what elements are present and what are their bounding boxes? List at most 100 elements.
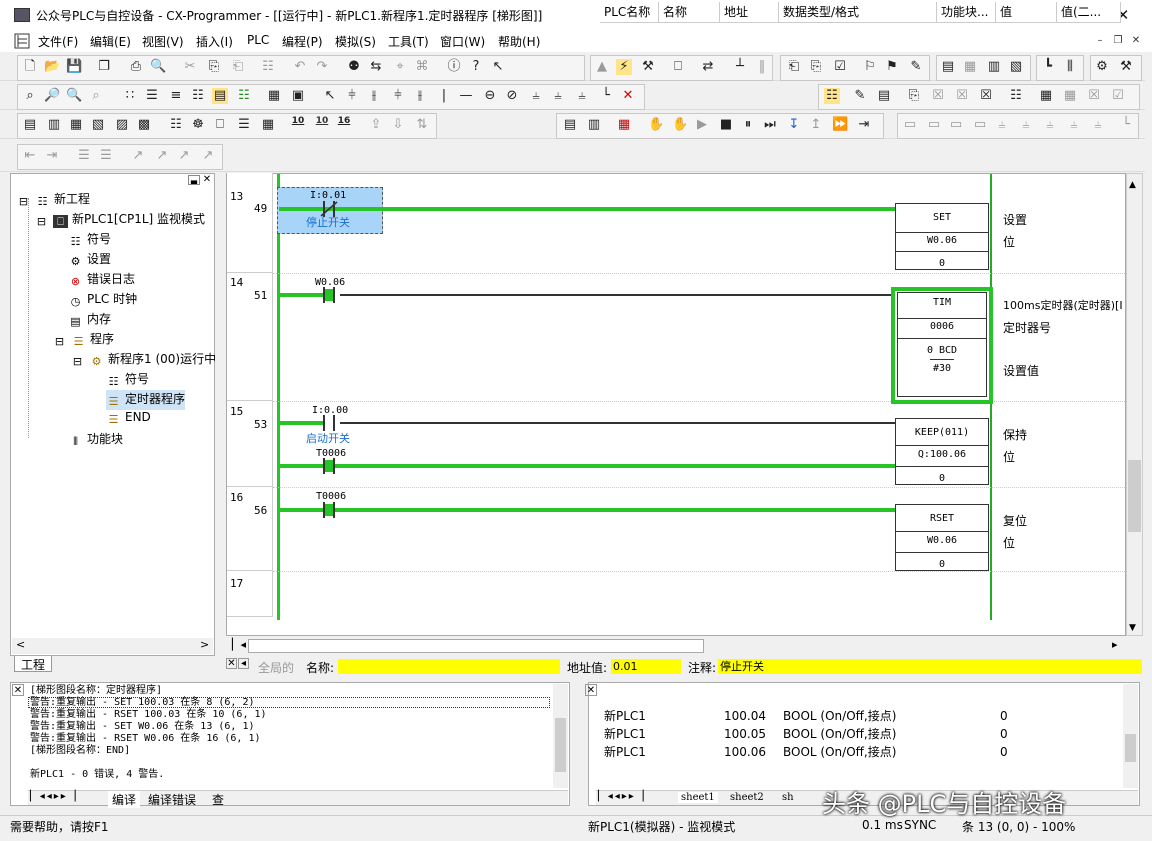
sfc-icon[interactable]: ▦ xyxy=(266,88,282,104)
sim-start-icon[interactable]: ⚙ xyxy=(1094,59,1110,75)
outdent-icon[interactable]: ⇥ xyxy=(44,148,60,164)
mdi-close-button[interactable]: ✕ xyxy=(1128,34,1144,48)
tree-node-plc-clock[interactable]: ◷ PLC 时钟 xyxy=(68,290,137,310)
mdi-minimize-button[interactable]: – xyxy=(1092,34,1108,48)
scroll-right-icon[interactable]: ▸ xyxy=(1112,638,1118,651)
hex-16-icon[interactable]: 16 xyxy=(336,117,352,133)
bit-test-icon[interactable]: ⫨ xyxy=(550,88,566,104)
check-icon[interactable]: ☑ xyxy=(832,59,848,75)
disabled-tool-6-icon[interactable]: ⫨ xyxy=(1018,117,1034,133)
col-address[interactable]: 地址 xyxy=(720,2,779,22)
power-flow-icon[interactable]: ☷ xyxy=(236,88,252,104)
pause-icon[interactable]: ⏸ xyxy=(740,117,756,133)
context-help-icon[interactable]: ↖ xyxy=(490,59,506,75)
zoom-fit-icon[interactable]: ⌕ xyxy=(88,88,104,104)
tree-node-error-log[interactable]: ⊗ 错误日志 xyxy=(68,270,135,290)
coil-nc-icon[interactable]: ⊘ xyxy=(504,88,520,104)
bit-test-nc-icon[interactable]: ⫨ xyxy=(574,88,590,104)
cell-data-type[interactable]: BOOL (On/Off,接点) xyxy=(779,743,896,761)
output-line[interactable]: 警告:重复输出 - RSET 100.03 在条 10 (6, 1) xyxy=(30,709,267,721)
redo-icon[interactable]: ↷ xyxy=(314,59,330,75)
watch-icon[interactable]: ⚐ xyxy=(862,59,878,75)
online-sim-icon[interactable]: ⚒ xyxy=(640,59,656,75)
comment-icon[interactable]: ☰ xyxy=(144,88,160,104)
horizontal-line-icon[interactable]: — xyxy=(458,88,474,104)
view-st-icon[interactable]: ▦ xyxy=(68,117,84,133)
no-contact-symbol[interactable] xyxy=(318,501,340,519)
open-folder-icon[interactable]: 📂 xyxy=(44,59,60,75)
list2-icon[interactable]: ☰ xyxy=(98,148,114,164)
contact-or-icon[interactable]: ⫩ xyxy=(390,88,406,104)
disabled-tool-8-icon[interactable]: ⫨ xyxy=(1066,117,1082,133)
paste-icon[interactable]: ⎗ xyxy=(230,59,246,75)
cell-value[interactable]: 0 xyxy=(996,707,1008,725)
monitor-icon[interactable]: ▤ xyxy=(212,88,228,104)
tab-find[interactable]: 查 xyxy=(212,791,224,808)
contact-nc-icon[interactable]: ⫲ xyxy=(366,88,382,104)
tree-node-project[interactable]: ⊟ ☷ 新工程 xyxy=(16,190,90,210)
tab-nav-icon[interactable]: ▏◂◂▸▸▕ xyxy=(598,791,645,802)
contact-or-nc-icon[interactable]: ⫲ xyxy=(412,88,428,104)
memory-icon[interactable]: ☷ xyxy=(1008,88,1024,104)
menu-simulate[interactable]: 模拟(S) xyxy=(335,33,376,50)
output-line[interactable]: 警告:重复输出 - SET 100.03 在条 8 (6, 2) xyxy=(30,697,255,709)
set-value-icon[interactable]: ✎ xyxy=(908,59,924,75)
signed-10-icon[interactable]: 10 xyxy=(314,117,330,133)
tool-a-icon[interactable]: ↗ xyxy=(130,148,146,164)
compile-icon[interactable]: ⎘ xyxy=(808,59,824,75)
upload-icon[interactable]: ⇪ xyxy=(368,117,384,133)
clipboard-icon[interactable]: ☷ xyxy=(260,59,276,75)
copy-icon[interactable]: ⎘ xyxy=(206,59,222,75)
col-value-binary[interactable]: 值(二... xyxy=(1057,2,1121,22)
col-function-block[interactable]: 功能块... xyxy=(937,2,996,22)
io-table-icon[interactable]: ┗ xyxy=(1040,59,1056,75)
cell-value[interactable]: 0 xyxy=(996,725,1008,743)
sim-settings-icon[interactable]: ▥ xyxy=(586,117,602,133)
trace-icon[interactable]: ☒ xyxy=(930,88,946,104)
step-icon[interactable]: ⏭ xyxy=(762,117,778,133)
menu-file[interactable]: 文件(F) xyxy=(38,33,78,50)
online-edit-icon[interactable]: ✎ xyxy=(852,88,868,104)
menu-plc[interactable]: PLC xyxy=(247,33,269,50)
scroll-down-icon[interactable]: ▼ xyxy=(1129,623,1136,633)
output-close-icon[interactable]: ✕ xyxy=(12,684,24,696)
io-monitor-icon[interactable]: ⫼ xyxy=(1062,59,1078,75)
tree-node-symbols[interactable]: ☷ 符号 xyxy=(68,230,111,250)
tab-sheet2[interactable]: sheet2 xyxy=(730,792,764,803)
online-icon[interactable]: ⚡ xyxy=(616,59,632,75)
tool-b-icon[interactable]: ↗ xyxy=(154,148,170,164)
step-in-icon[interactable]: ↧ xyxy=(786,117,802,133)
check-list-icon[interactable]: ☑ xyxy=(1110,88,1126,104)
tab-sheet3[interactable]: sh xyxy=(782,792,794,803)
data-trace-icon[interactable]: ☒ xyxy=(978,88,994,104)
cell-data-type[interactable]: BOOL (On/Off,接点) xyxy=(779,707,896,725)
sim-break-icon[interactable]: ▦ xyxy=(616,117,632,133)
settings-icon[interactable]: ☰ xyxy=(236,117,252,133)
view-mnemonic-icon[interactable]: ▥ xyxy=(46,117,62,133)
window-project-icon[interactable]: ▤ xyxy=(940,59,956,75)
save-icon[interactable]: 💾 xyxy=(66,59,82,75)
disabled-tool-1-icon[interactable]: ▭ xyxy=(902,117,918,133)
window-watch-icon[interactable]: ▥ xyxy=(986,59,1002,75)
tab-project[interactable]: 工程 xyxy=(14,656,53,672)
col-data-type[interactable]: 数据类型/格式 xyxy=(779,2,937,22)
find-address-icon[interactable]: ⌖ xyxy=(392,59,408,75)
scroll-left-icon[interactable]: ▏◂ xyxy=(232,638,246,651)
copy-doc-icon[interactable]: ❐ xyxy=(96,59,112,75)
edit-end-icon[interactable]: ▤ xyxy=(876,88,892,104)
no-contact-symbol[interactable] xyxy=(318,457,340,475)
find-icon[interactable]: ⚉ xyxy=(346,59,362,75)
diff-monitor-icon[interactable]: ⎘ xyxy=(906,88,922,104)
tree-pin-icon[interactable]: ▃ xyxy=(188,175,200,185)
window-ref-icon[interactable]: ▧ xyxy=(1008,59,1024,75)
scroll-right-icon[interactable]: > xyxy=(200,638,209,651)
tool-d-icon[interactable]: ↗ xyxy=(200,148,216,164)
stop-hand-icon[interactable]: ✋ xyxy=(672,117,688,133)
menu-view[interactable]: 视图(V) xyxy=(142,33,184,50)
tab-sheet1[interactable]: sheet1 xyxy=(678,792,718,803)
disabled-tool-7-icon[interactable]: ⫨ xyxy=(1042,117,1058,133)
vscroll-thumb[interactable] xyxy=(1125,734,1136,762)
stop-icon[interactable]: ■ xyxy=(718,117,734,133)
menu-insert[interactable]: 插入(I) xyxy=(196,33,233,50)
show-address-icon[interactable]: ☷ xyxy=(190,88,206,104)
